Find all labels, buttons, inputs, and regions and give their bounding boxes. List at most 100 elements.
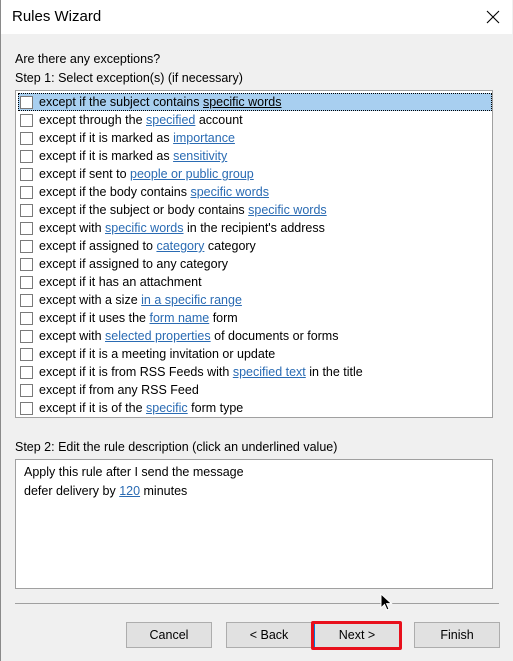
exception-text: except if assigned to any category (39, 257, 229, 271)
exception-label: except with selected properties of docum… (39, 329, 338, 343)
exception-checkbox[interactable] (20, 311, 33, 325)
exception-text: of documents or forms (210, 329, 339, 343)
exception-text: in the recipient's address (183, 221, 325, 235)
defer-minutes-link[interactable]: 120 (119, 484, 140, 498)
close-button[interactable] (478, 2, 508, 32)
exception-checkbox[interactable] (20, 185, 33, 199)
exception-label: except with a size in a specific range (39, 293, 242, 307)
exception-checkbox[interactable] (20, 383, 33, 397)
exception-checkbox[interactable] (20, 401, 33, 415)
step2-label: Step 2: Edit the rule description (click… (15, 440, 338, 454)
exception-text: except if sent to (39, 167, 131, 181)
separator (15, 603, 499, 604)
exception-item[interactable]: except if it uses the form name form (18, 309, 492, 327)
exception-item[interactable]: except if the subject contains specific … (18, 93, 492, 111)
exception-item[interactable]: except if the body contains specific wor… (18, 183, 492, 201)
finish-button[interactable]: Finish (414, 622, 500, 648)
cancel-button[interactable]: Cancel (126, 622, 212, 648)
exception-label: except if sent to people or public group (39, 167, 254, 181)
exception-value-link[interactable]: category (156, 239, 204, 253)
exception-item[interactable]: except with specific words in the recipi… (18, 219, 492, 237)
exception-text: form (209, 311, 238, 325)
exception-text: except if assigned to (39, 239, 157, 253)
exception-checkbox[interactable] (20, 203, 33, 217)
description-line-1: Apply this rule after I send the message (24, 465, 244, 479)
exception-text: except through the (39, 113, 147, 127)
exception-label: except if it is a meeting invitation or … (39, 347, 275, 361)
step1-label: Step 1: Select exception(s) (if necessar… (15, 71, 243, 85)
exception-text: except with a size (39, 293, 142, 307)
exception-label: except if assigned to any category (39, 257, 228, 271)
exception-text: except if it is a meeting invitation or … (39, 347, 276, 361)
exception-value-link[interactable]: specific (146, 401, 188, 415)
exception-text: form type (187, 401, 244, 415)
exceptions-list[interactable]: except if the subject contains specific … (15, 90, 493, 418)
exception-label: except if it is of the specific form typ… (39, 401, 243, 415)
description-line-2: defer delivery by 120 minutes (24, 482, 484, 501)
exception-text: except if the subject or body contains (39, 203, 249, 217)
exception-item[interactable]: except with selected properties of docum… (18, 327, 492, 345)
exception-item[interactable]: except if sent to people or public group (18, 165, 492, 183)
exception-label: except if the subject or body contains s… (39, 203, 327, 217)
exception-checkbox[interactable] (20, 149, 33, 163)
exception-checkbox[interactable] (20, 113, 33, 127)
exception-text: except if it is of the (39, 401, 146, 415)
title-bar: Rules Wizard (1, 0, 512, 34)
exception-value-link[interactable]: specified text (233, 365, 306, 379)
exception-value-link[interactable]: importance (173, 131, 235, 145)
exception-item[interactable]: except if it is a meeting invitation or … (18, 345, 492, 363)
exception-value-link[interactable]: form name (149, 311, 209, 325)
exception-value-link[interactable]: sensitivity (173, 149, 227, 163)
exception-item[interactable]: except if assigned to any category (18, 255, 492, 273)
exception-text: except if from any RSS Feed (39, 383, 199, 397)
exception-text: except if it uses the (39, 311, 150, 325)
exception-checkbox[interactable] (20, 221, 33, 235)
dialog-title: Rules Wizard (12, 8, 102, 25)
exception-item[interactable]: except if it is from RSS Feeds with spec… (18, 363, 492, 381)
exception-value-link[interactable]: specific words (190, 185, 269, 199)
exception-text: except if it is from RSS Feeds with (39, 365, 233, 379)
next-button[interactable]: Next > (314, 622, 400, 648)
exception-value-link[interactable]: specific words (203, 95, 282, 109)
exception-checkbox[interactable] (20, 95, 33, 109)
exception-item[interactable]: except if it has an attachment (18, 273, 492, 291)
exception-item[interactable]: except through the specified account (18, 111, 492, 129)
description-suffix: minutes (140, 484, 188, 498)
exception-label: except if it is marked as sensitivity (39, 149, 227, 163)
exception-text: except if it is marked as (39, 149, 174, 163)
exception-checkbox[interactable] (20, 257, 33, 271)
back-button[interactable]: < Back (226, 622, 312, 648)
exception-item[interactable]: except if it is of the specific form typ… (18, 399, 492, 417)
rule-description-box: Apply this rule after I send the message… (15, 459, 493, 589)
exception-value-link[interactable]: in a specific range (141, 293, 242, 307)
exception-item[interactable]: except if assigned to category category (18, 237, 492, 255)
exception-text: except with (39, 221, 106, 235)
exception-item[interactable]: except if the subject or body contains s… (18, 201, 492, 219)
exception-label: except if it uses the form name form (39, 311, 238, 325)
exception-item[interactable]: except if it is marked as sensitivity (18, 147, 492, 165)
exceptions-prompt: Are there any exceptions? (15, 52, 161, 66)
exception-value-link[interactable]: specific words (105, 221, 184, 235)
description-prefix: defer delivery by (24, 484, 120, 498)
exception-item[interactable]: except with a size in a specific range (18, 291, 492, 309)
exception-checkbox[interactable] (20, 239, 33, 253)
exception-label: except if the body contains specific wor… (39, 185, 269, 199)
exception-text: except if the body contains (39, 185, 191, 199)
exception-checkbox[interactable] (20, 347, 33, 361)
exception-checkbox[interactable] (20, 365, 33, 379)
exception-label: except with specific words in the recipi… (39, 221, 325, 235)
exception-value-link[interactable]: specified (146, 113, 195, 127)
exception-item[interactable]: except if from any RSS Feed (18, 381, 492, 399)
close-icon (486, 10, 500, 24)
exception-checkbox[interactable] (20, 293, 33, 307)
exception-label: except if the subject contains specific … (39, 95, 281, 109)
exception-value-link[interactable]: specific words (248, 203, 327, 217)
exception-checkbox[interactable] (20, 329, 33, 343)
rules-wizard-dialog: Rules Wizard Are there any exceptions? S… (0, 0, 512, 661)
exception-value-link[interactable]: selected properties (105, 329, 211, 343)
exception-value-link[interactable]: people or public group (130, 167, 254, 181)
exception-checkbox[interactable] (20, 131, 33, 145)
exception-item[interactable]: except if it is marked as importance (18, 129, 492, 147)
exception-checkbox[interactable] (20, 167, 33, 181)
exception-checkbox[interactable] (20, 275, 33, 289)
